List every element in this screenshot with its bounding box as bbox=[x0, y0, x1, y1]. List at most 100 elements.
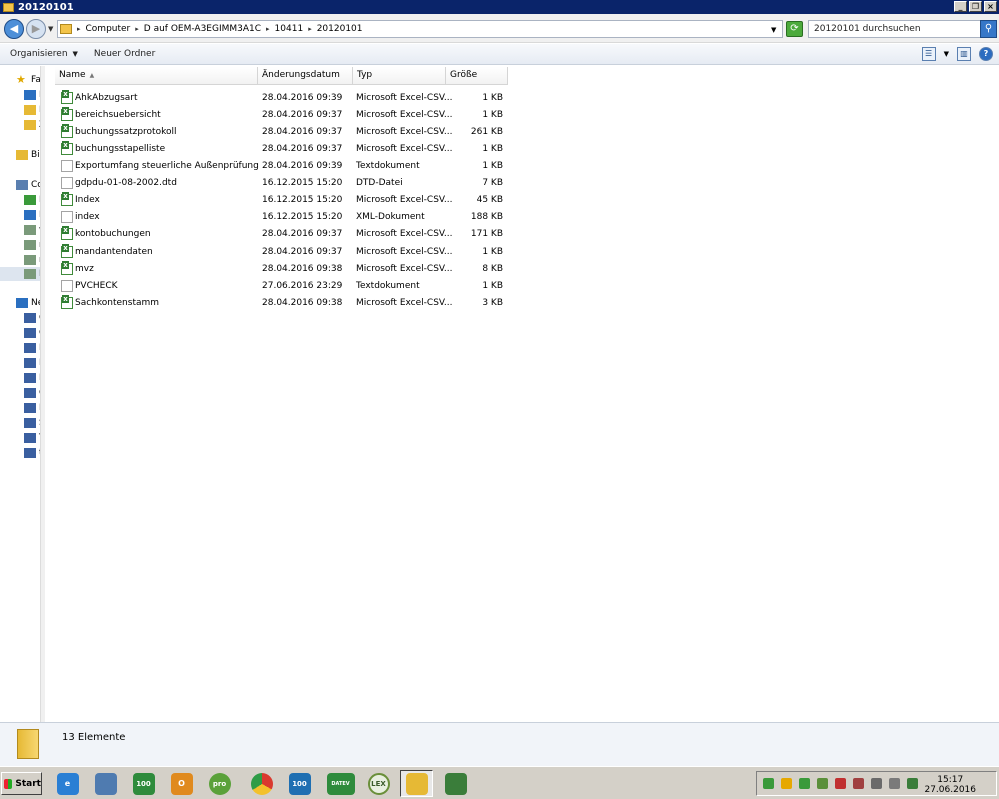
taskbar-outlook[interactable]: O bbox=[165, 770, 198, 797]
tray-flag-icon[interactable] bbox=[889, 778, 900, 789]
column-header-date[interactable]: Änderungsdatum bbox=[258, 67, 353, 85]
file-size: 7 KB bbox=[482, 178, 503, 188]
back-button[interactable]: ◀ bbox=[4, 19, 24, 39]
tray-excel-icon[interactable] bbox=[907, 778, 918, 789]
outlook-icon: O bbox=[170, 772, 193, 795]
tray-message-icon[interactable] bbox=[763, 778, 774, 789]
file-row[interactable]: Exportumfang steuerliche Außenprüfung 28… bbox=[58, 158, 508, 174]
app-100-blue-icon: 100 bbox=[288, 772, 311, 795]
network-computer-icon bbox=[24, 328, 36, 338]
window-controls: _ ❐ × bbox=[954, 1, 997, 12]
restore-button[interactable]: ❐ bbox=[969, 1, 982, 12]
file-size: 45 KB bbox=[476, 195, 503, 205]
explorer-window-icon bbox=[405, 772, 428, 795]
taskbar-app-100-blue[interactable]: 100 bbox=[283, 770, 316, 797]
file-row[interactable]: buchungssatzprotokoll 28.04.2016 09:37 M… bbox=[58, 124, 508, 140]
navigation-scrollbar[interactable] bbox=[40, 66, 45, 722]
tray-outlook-icon[interactable] bbox=[781, 778, 792, 789]
tray-network-icon[interactable] bbox=[871, 778, 882, 789]
clock[interactable]: 15:17 27.06.2016 bbox=[924, 775, 976, 795]
drive-icon bbox=[24, 210, 36, 220]
search-input[interactable]: 20120101 durchsuchen bbox=[808, 20, 981, 38]
tray-app-icon[interactable] bbox=[817, 778, 828, 789]
explorer-tool-icon bbox=[94, 772, 117, 795]
file-size: 1 KB bbox=[482, 161, 503, 171]
minimize-button[interactable]: _ bbox=[954, 1, 967, 12]
datev-icon: DATEV bbox=[326, 772, 355, 795]
computer-icon bbox=[16, 180, 28, 190]
file-row[interactable]: index 16.12.2015 15:20 XML-Dokument 188 … bbox=[58, 209, 508, 225]
organize-button[interactable]: Organisieren ▼ bbox=[10, 49, 78, 59]
column-header-name[interactable]: Name ▲ bbox=[55, 67, 258, 85]
tray-security-icon[interactable] bbox=[835, 778, 846, 789]
taskbar-app-100-green[interactable]: 100 bbox=[127, 770, 160, 797]
app-100-green-icon: 100 bbox=[132, 772, 155, 795]
taskbar-datev[interactable]: DATEV bbox=[324, 770, 357, 797]
view-dropdown[interactable]: ▼ bbox=[944, 50, 949, 58]
refresh-button[interactable]: ⟳ bbox=[786, 21, 803, 37]
downloads-icon bbox=[24, 105, 36, 115]
preview-pane-icon[interactable]: ▥ bbox=[957, 47, 971, 61]
file-row[interactable]: gdpdu-01-08-2002.dtd 16.12.2015 15:20 DT… bbox=[58, 175, 508, 191]
file-row[interactable]: buchungsstapelliste 28.04.2016 09:37 Mic… bbox=[58, 141, 508, 157]
network-icon bbox=[16, 298, 28, 308]
file-row[interactable]: Index 16.12.2015 15:20 Microsoft Excel-C… bbox=[58, 192, 508, 208]
file-row[interactable]: Sachkontenstamm 28.04.2016 09:38 Microso… bbox=[58, 295, 508, 311]
file-row[interactable]: mandantendaten 28.04.2016 09:37 Microsof… bbox=[58, 244, 508, 260]
file-type: Textdokument bbox=[356, 281, 420, 291]
title-bar: 20120101 _ ❐ × bbox=[0, 0, 999, 14]
address-dropdown[interactable]: ▼ bbox=[771, 26, 776, 34]
address-bar[interactable]: ▸ Computer ▸ D auf OEM-A3EGIMM3A1C ▸ 10411 … bbox=[57, 20, 783, 38]
taskbar-internet-explorer[interactable]: e bbox=[51, 770, 84, 797]
view-options-icon[interactable]: ☰ bbox=[921, 47, 936, 61]
excel-csv-icon bbox=[61, 244, 73, 258]
file-size: 171 KB bbox=[470, 229, 503, 239]
file-row[interactable]: mvz 28.04.2016 09:38 Microsoft Excel-CSV… bbox=[58, 261, 508, 277]
excel-csv-icon bbox=[61, 124, 73, 138]
taskbar-explorer-window[interactable] bbox=[400, 770, 433, 797]
tray-app-icon[interactable] bbox=[799, 778, 810, 789]
close-button[interactable]: × bbox=[984, 1, 997, 12]
file-size: 188 KB bbox=[470, 212, 503, 222]
file-row[interactable]: bereichsuebersicht 28.04.2016 09:37 Micr… bbox=[58, 107, 508, 123]
help-icon[interactable]: ? bbox=[979, 47, 993, 61]
file-date: 28.04.2016 09:37 bbox=[262, 144, 343, 154]
search-icon[interactable]: ⚲ bbox=[980, 20, 997, 38]
new-folder-button[interactable]: Neuer Ordner bbox=[94, 49, 155, 59]
recent-places-icon bbox=[24, 120, 36, 130]
taskbar-spreadsheet[interactable] bbox=[439, 770, 472, 797]
file-row[interactable]: kontobuchungen 28.04.2016 09:37 Microsof… bbox=[58, 226, 508, 242]
recent-pages-dropdown[interactable]: ▼ bbox=[48, 25, 53, 33]
start-button[interactable]: Start bbox=[1, 772, 42, 795]
file-type: Microsoft Excel-CSV... bbox=[356, 298, 453, 308]
column-header-size[interactable]: Größe bbox=[446, 67, 508, 85]
network-computer-icon bbox=[24, 343, 36, 353]
breadcrumb-folder-10411[interactable]: ▸ 10411 bbox=[266, 24, 303, 34]
excel-csv-icon bbox=[61, 226, 73, 240]
column-header-type[interactable]: Typ bbox=[353, 67, 446, 85]
network-computer-icon bbox=[24, 358, 36, 368]
file-row[interactable]: PVCHECK 27.06.2016 23:29 Textdokument 1 … bbox=[58, 278, 508, 294]
excel-csv-icon bbox=[61, 90, 73, 104]
breadcrumb-folder-20120101[interactable]: ▸ 20120101 bbox=[308, 24, 362, 34]
item-count: 13 Elemente bbox=[62, 732, 126, 743]
breadcrumb-drive[interactable]: ▸ D auf OEM-A3EGIMM3A1C bbox=[135, 24, 261, 34]
windows-logo-icon bbox=[4, 778, 13, 789]
file-date: 28.04.2016 09:39 bbox=[262, 161, 343, 171]
forward-button[interactable]: ▶ bbox=[26, 19, 46, 39]
network-computer-icon bbox=[24, 373, 36, 383]
system-tray: 15:17 27.06.2016 bbox=[756, 771, 997, 796]
excel-csv-icon bbox=[61, 261, 73, 275]
taskbar-explorer-tool[interactable] bbox=[89, 770, 122, 797]
breadcrumb-computer[interactable]: ▸ Computer bbox=[77, 24, 130, 34]
taskbar-chrome[interactable] bbox=[245, 770, 278, 797]
taskbar-lex[interactable]: LEX bbox=[362, 770, 395, 797]
app-pro-icon: pro bbox=[208, 772, 231, 795]
navigation-pane: ★Fav D D Z Bibl Cor Lo D w m r. D Net C … bbox=[0, 66, 45, 722]
taskbar-app-pro[interactable]: pro bbox=[203, 770, 236, 797]
tray-antivirus-icon[interactable] bbox=[853, 778, 864, 789]
star-icon: ★ bbox=[16, 73, 26, 86]
network-computer-icon bbox=[24, 448, 36, 458]
file-size: 261 KB bbox=[470, 127, 503, 137]
file-row[interactable]: AhkAbzugsart 28.04.2016 09:39 Microsoft … bbox=[58, 90, 508, 106]
